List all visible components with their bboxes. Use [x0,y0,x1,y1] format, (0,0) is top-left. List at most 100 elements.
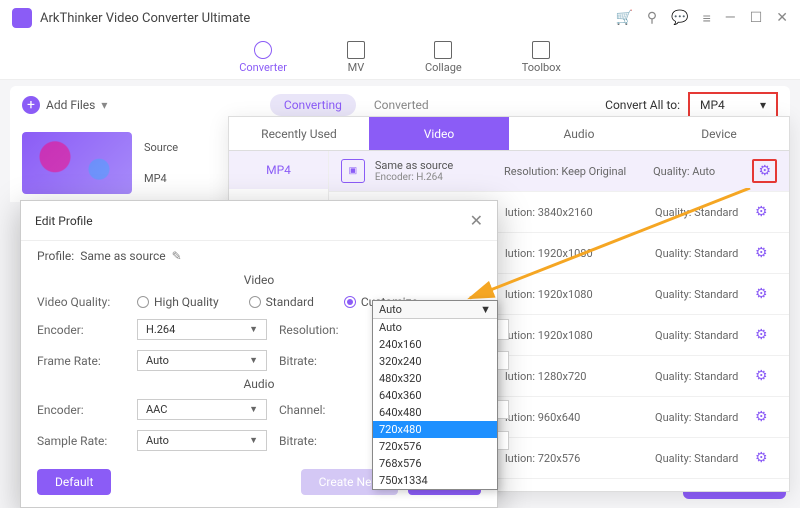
resolution-option[interactable]: 750x1334 [373,472,497,489]
pill-converted[interactable]: Converted [360,94,443,116]
video-section-title: Video [37,273,481,287]
video-quality-label: Video Quality: [37,295,125,309]
tab-toolbox[interactable]: Toolbox [522,41,561,74]
resolution-option[interactable]: 640x480 [373,404,497,421]
format-type-mp4[interactable]: MP4 [229,151,328,189]
toolbox-icon [532,41,550,59]
res-dd-header-value: Auto [379,303,402,316]
maximize-icon[interactable]: ☐ [750,10,763,26]
edit-profile-name-icon[interactable]: ✎ [172,249,182,263]
gear-icon[interactable]: ⚙ [755,245,768,261]
video-encoder-select[interactable]: H.264▼ [137,319,267,340]
default-button[interactable]: Default [37,469,111,495]
tab-mv-label: MV [348,61,365,74]
gear-icon[interactable]: ⚙ [755,204,768,220]
sample-rate-select[interactable]: Auto▼ [137,430,267,451]
gear-icon[interactable]: ⚙ [752,159,777,183]
format-tab-audio[interactable]: Audio [509,117,649,151]
format-tab-recent[interactable]: Recently Used [229,117,369,151]
gear-icon[interactable]: ⚙ [755,450,768,466]
video-encoder-label: Encoder: [37,323,125,337]
audio-encoder-select[interactable]: AAC▼ [137,399,267,420]
feedback-icon[interactable]: 💬 [671,10,688,26]
file-info: Source MP4 [144,141,178,185]
video-encoder-value: H.264 [146,323,175,336]
resolution-option[interactable]: Auto [373,319,497,336]
format-preset-row[interactable]: ▣ Same as sourceEncoder: H.264Resolution:… [329,151,789,192]
resolution-label: Resolution: [279,323,367,337]
preset-title: Same as source [375,159,504,172]
profile-value: Same as source [80,249,165,263]
pill-converting[interactable]: Converting [270,94,356,116]
main-tabs: Converter MV Collage Toolbox [0,36,800,80]
preset-resolution: Resolution: Keep Original [504,165,653,178]
tab-converter-label: Converter [239,61,287,74]
resolution-dropdown-list[interactable]: Auto▼ Auto240x160320x240480x320640x36064… [372,300,498,490]
resolution-option[interactable]: 768x576 [373,455,497,472]
gear-icon[interactable]: ⚙ [755,327,768,343]
plus-icon: + [22,96,40,114]
converter-icon [254,41,272,59]
resolution-option[interactable]: 720x480 [373,421,497,438]
gear-icon[interactable]: ⚙ [755,368,768,384]
resolution-dropdown-header[interactable]: Auto▼ [373,301,497,319]
preset-quality: Quality: Standard [655,370,755,383]
audio-bitrate-label: Bitrate: [279,434,367,448]
preset-quality: Quality: Standard [655,247,755,260]
frame-rate-select[interactable]: Auto▼ [137,350,267,371]
preset-resolution: lution: 1920x1080 [505,247,655,260]
close-icon[interactable]: ✕ [776,10,788,26]
preset-quality: Quality: Auto [653,165,752,178]
title-bar: ArkThinker Video Converter Ultimate 🛒 ⚲ … [0,0,800,36]
preset-quality: Quality: Standard [655,206,755,219]
menu-icon[interactable]: ≡ [703,10,711,27]
format-tab-device[interactable]: Device [649,117,789,151]
tab-collage-label: Collage [425,61,462,74]
tab-mv[interactable]: MV [347,41,365,74]
tab-collage[interactable]: Collage [425,41,462,74]
preset-resolution: lution: 960x640 [505,411,655,424]
preset-quality: Quality: Standard [655,288,755,301]
resolution-option[interactable]: 320x240 [373,353,497,370]
add-files-button[interactable]: + Add Files ▾ [22,96,107,114]
app-logo [12,8,32,28]
radio-high-label: High Quality [154,295,219,309]
radio-standard[interactable]: Standard [249,295,314,309]
preset-resolution: lution: 1920x1080 [505,288,655,301]
sample-rate-label: Sample Rate: [37,434,125,448]
convert-all-format-select[interactable]: MP4 ▾ [688,92,778,118]
channel-label: Channel: [279,403,367,417]
modal-close-icon[interactable]: ✕ [470,211,483,230]
minimize-icon[interactable]: — [725,10,736,26]
format-tab-video[interactable]: Video [369,117,509,151]
chevron-down-icon: ▾ [101,98,107,112]
resolution-option[interactable]: 720x576 [373,438,497,455]
gear-icon[interactable]: ⚙ [755,286,768,302]
preset-resolution: lution: 3840x2160 [505,206,655,219]
cart-icon[interactable]: 🛒 [615,10,632,26]
radio-high-quality[interactable]: High Quality [137,295,219,309]
frame-rate-value: Auto [146,354,169,367]
preset-encoder: Encoder: H.264 [375,172,504,183]
frame-rate-label: Frame Rate: [37,354,125,368]
chevron-down-icon: ▾ [760,98,766,112]
key-icon[interactable]: ⚲ [647,10,657,26]
resolution-option[interactable]: 640x360 [373,387,497,404]
tab-converter[interactable]: Converter [239,41,287,74]
radio-standard-label: Standard [266,295,314,309]
preset-quality: Quality: Standard [655,411,755,424]
preset-quality: Quality: Standard [655,452,755,465]
collage-icon [434,41,452,59]
gear-icon[interactable]: ⚙ [755,409,768,425]
audio-encoder-value: AAC [146,403,167,416]
preset-resolution: lution: 1280x720 [505,370,655,383]
video-thumbnail[interactable] [22,132,132,194]
resolution-option[interactable]: 240x160 [373,336,497,353]
preset-icon: ▣ [341,159,365,183]
mv-icon [347,41,365,59]
resolution-option[interactable]: 480x320 [373,370,497,387]
preset-resolution: lution: 720x576 [505,452,655,465]
modal-title: Edit Profile [35,214,93,228]
format-select-value: MP4 [700,98,725,112]
sample-rate-value: Auto [146,434,169,447]
